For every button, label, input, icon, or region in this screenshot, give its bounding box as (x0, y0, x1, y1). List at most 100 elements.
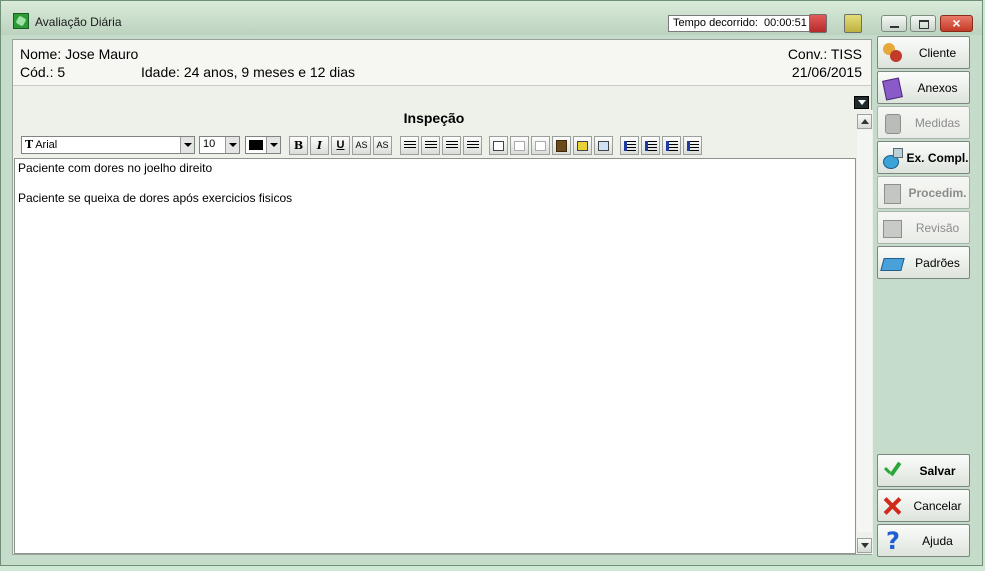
clipboard-icon (556, 140, 567, 152)
close-icon: × (952, 15, 961, 31)
font-size-value: 10 (203, 138, 216, 150)
lab-flask-icon (881, 147, 903, 169)
anexos-button[interactable]: Anexos (877, 71, 970, 104)
cancelar-button[interactable]: Cancelar (877, 489, 970, 522)
review-icon (881, 217, 903, 239)
close-button[interactable]: × (940, 15, 973, 32)
font-color-select[interactable] (245, 136, 281, 154)
outdent-icon (686, 141, 699, 151)
underline-button[interactable]: U (331, 136, 350, 155)
indent-icon (665, 141, 678, 151)
select-all-icon (493, 141, 504, 151)
medidas-label: Medidas (914, 115, 961, 130)
scroll-down-button[interactable] (857, 538, 872, 553)
patient-age: Idade: 24 anos, 9 meses e 12 dias (141, 64, 356, 80)
chevron-down-icon (180, 137, 194, 153)
procedim-button[interactable]: Procedim. (877, 176, 970, 209)
padroes-label: Padrões (915, 255, 960, 270)
padroes-button[interactable]: Padrões (877, 246, 970, 279)
chevron-down-icon (266, 137, 280, 153)
numbered-list-button[interactable] (641, 136, 660, 155)
maximize-button[interactable] (910, 15, 936, 32)
font-name-select[interactable]: T Arial (21, 136, 195, 154)
salvar-button[interactable]: Salvar (877, 454, 970, 487)
patient-code: Cód.: 5 (20, 64, 66, 80)
app-icon (13, 13, 29, 29)
minimize-button[interactable] (881, 15, 907, 32)
inspection-editor[interactable]: Paciente com dores no joelho direito Pac… (14, 158, 856, 554)
align-right-button[interactable] (463, 136, 482, 155)
highlight-button[interactable] (573, 136, 592, 155)
elapsed-timer: Tempo decorrido: 00:00:51 (668, 15, 812, 32)
outdent-button[interactable] (683, 136, 702, 155)
ex-compl-button[interactable]: Ex. Compl. (877, 141, 970, 174)
help-icon: ? (881, 527, 903, 555)
checkmark-icon (881, 460, 903, 482)
truetype-font-icon: T (25, 138, 34, 151)
evaluation-date: 21/06/2015 (791, 64, 862, 80)
align-justify-button[interactable] (442, 136, 461, 155)
cut-button[interactable] (510, 136, 529, 155)
bold-button[interactable]: B (289, 136, 308, 155)
attachment-icon (881, 77, 903, 99)
chevron-down-icon (225, 137, 239, 153)
window-title: Avaliação Diária (35, 15, 122, 29)
replace-button[interactable] (594, 136, 613, 155)
align-justify-icon (445, 141, 458, 150)
timer-value: 00:00:51 (764, 17, 807, 29)
replace-icon (598, 141, 609, 151)
align-center-icon (424, 141, 437, 150)
vertical-scrollbar[interactable] (856, 110, 873, 554)
copy-icon (535, 141, 546, 151)
scroll-track[interactable] (857, 130, 872, 532)
cliente-label: Cliente (918, 45, 957, 60)
procedure-icon (881, 182, 903, 204)
bullet-list-button[interactable] (620, 136, 639, 155)
patient-header: Nome: Jose Mauro Cód.: 5 Idade: 24 anos,… (13, 40, 871, 86)
procedim-label: Procedim. (908, 185, 967, 200)
paste-button[interactable] (552, 136, 571, 155)
indent-button[interactable] (662, 136, 681, 155)
patient-name: Nome: Jose Mauro (20, 46, 139, 62)
patient-insurance: Conv.: TISS (787, 46, 862, 62)
superscript-button[interactable]: AS (352, 136, 371, 155)
section-title: Inspeção (403, 110, 465, 126)
title-bar: Avaliação Diária Tempo decorrido: 00:00:5… (1, 1, 982, 35)
pause-timer-button[interactable] (844, 14, 862, 33)
highlighter-icon (577, 141, 588, 151)
users-icon (881, 42, 903, 64)
section-dropdown-button[interactable] (854, 96, 869, 109)
anexos-label: Anexos (917, 80, 958, 95)
tape-measure-icon (881, 112, 903, 134)
scroll-up-button[interactable] (857, 114, 872, 129)
subscript-button[interactable]: AS (373, 136, 392, 155)
cliente-button[interactable]: Cliente (877, 36, 970, 69)
font-size-select[interactable]: 10 (199, 136, 240, 154)
numbered-list-icon (644, 141, 657, 151)
align-left-icon (403, 141, 416, 150)
salvar-label: Salvar (919, 463, 956, 478)
align-right-icon (466, 141, 479, 150)
scissors-icon (514, 141, 525, 151)
align-left-button[interactable] (400, 136, 419, 155)
italic-button[interactable]: I (310, 136, 329, 155)
format-toolbar: T Arial 10 B I U AS AS (21, 134, 851, 156)
book-icon (881, 252, 903, 274)
cancelar-label: Cancelar (913, 498, 962, 513)
ajuda-button[interactable]: ? Ajuda (877, 524, 970, 557)
timer-label: Tempo decorrido: (673, 17, 758, 29)
select-all-button[interactable] (489, 136, 508, 155)
revisao-button[interactable]: Revisão (877, 211, 970, 244)
color-swatch (249, 140, 263, 150)
main-panel: Nome: Jose Mauro Cód.: 5 Idade: 24 anos,… (12, 39, 873, 555)
align-center-button[interactable] (421, 136, 440, 155)
stop-timer-button[interactable] (809, 14, 827, 33)
copy-button[interactable] (531, 136, 550, 155)
window: Avaliação Diária Tempo decorrido: 00:00:5… (0, 0, 983, 566)
font-name-value: Arial (35, 139, 58, 151)
ex-compl-label: Ex. Compl. (906, 150, 969, 165)
editor-line: Paciente se queixa de dores após exercic… (18, 191, 293, 205)
revisao-label: Revisão (915, 220, 960, 235)
ajuda-label: Ajuda (922, 533, 953, 548)
medidas-button[interactable]: Medidas (877, 106, 970, 139)
